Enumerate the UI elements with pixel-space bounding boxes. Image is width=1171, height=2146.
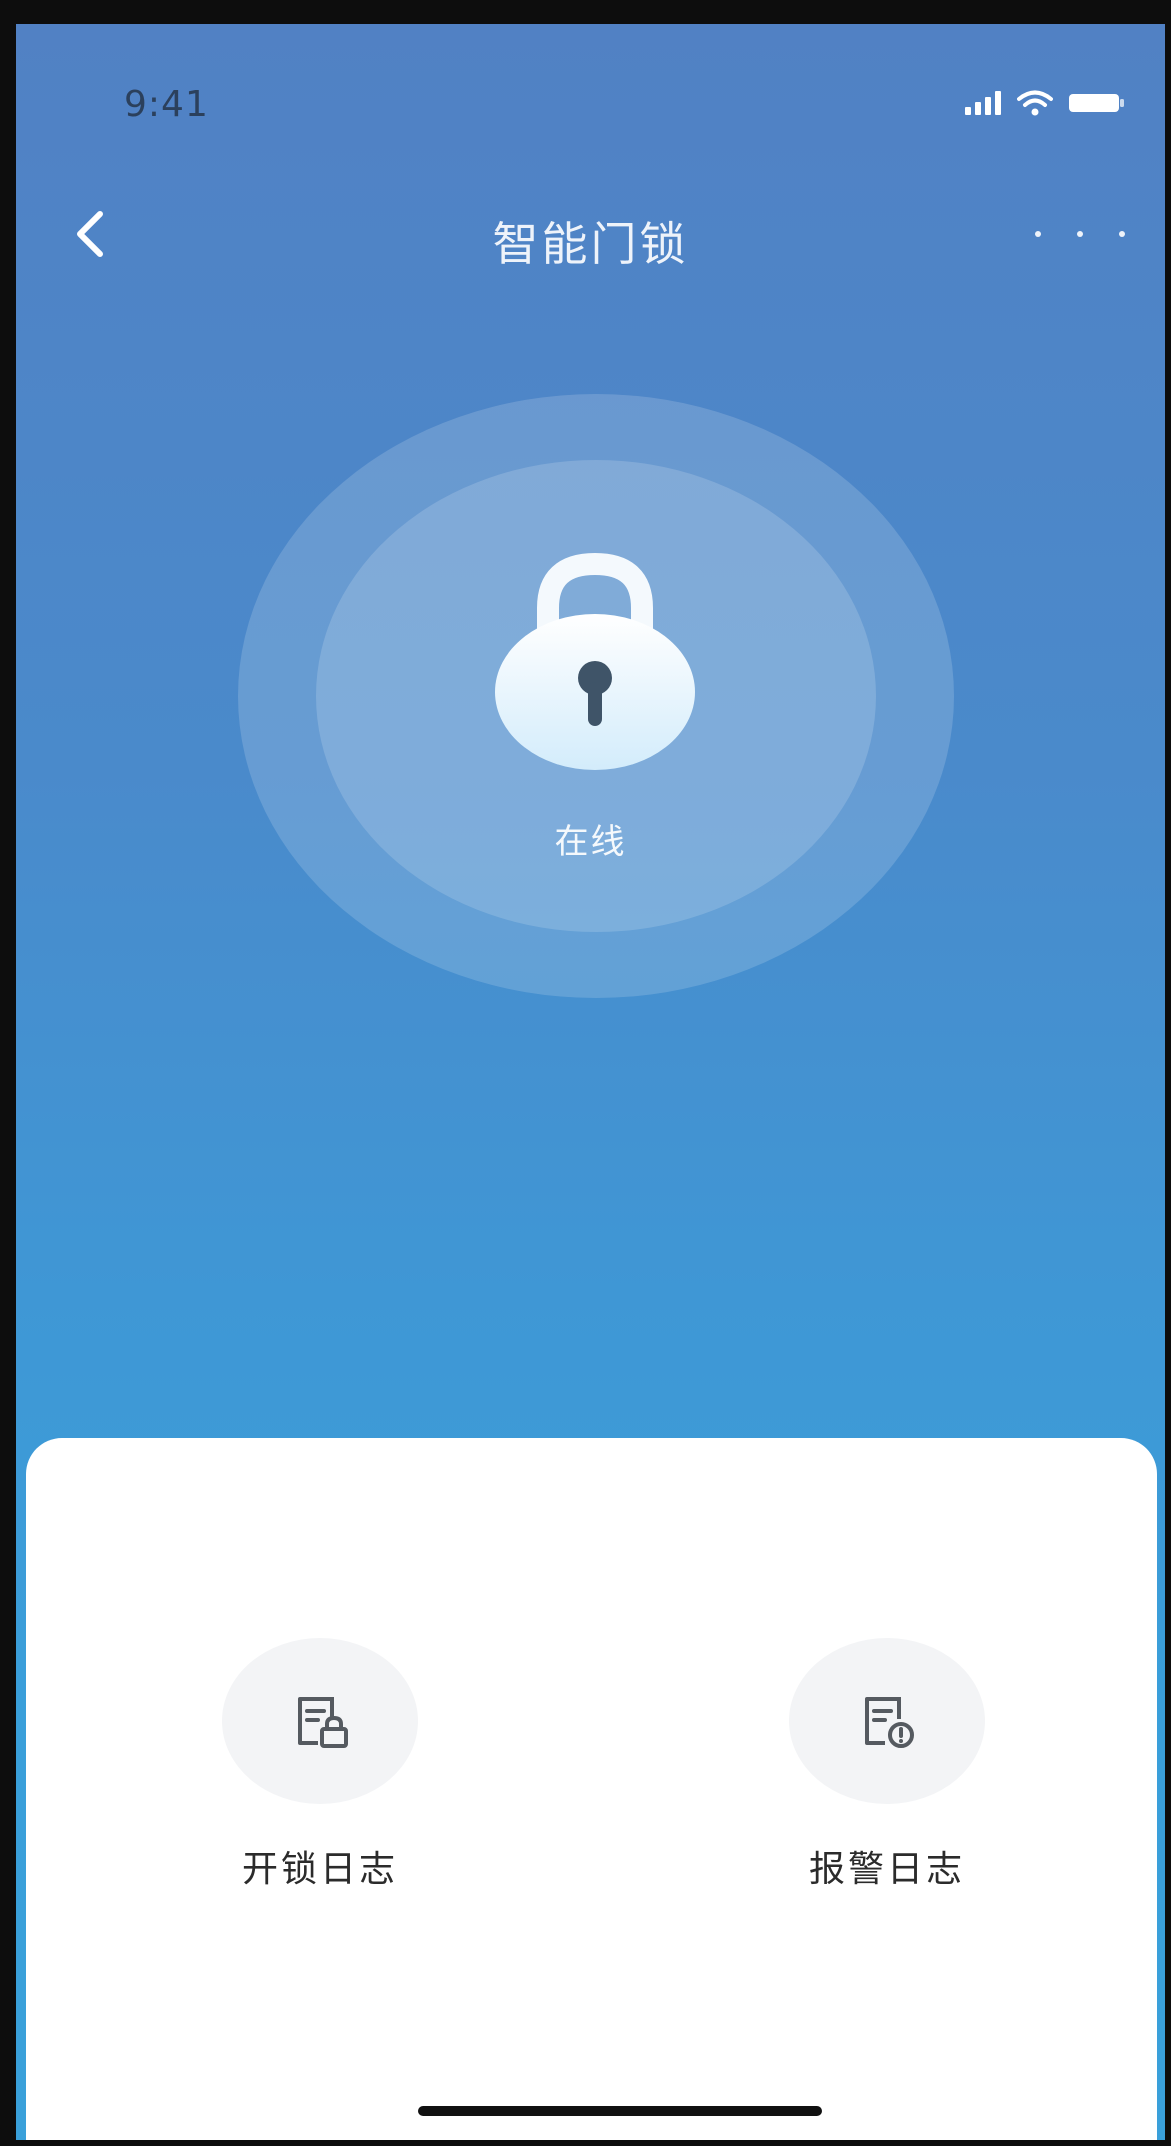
wifi-icon — [1017, 90, 1053, 116]
unlock-log-label: 开锁日志 — [241, 1849, 398, 1890]
unlock-log-button[interactable]: 开锁日志 — [190, 1638, 450, 1892]
status-bar: 9:41 — [16, 84, 1165, 134]
page-title: 智能门锁 — [492, 217, 689, 271]
home-indicator — [418, 2106, 822, 2116]
more-options-icon[interactable] — [1035, 214, 1125, 254]
alarm-log-icon — [865, 1697, 914, 1748]
alarm-log-icon-circle — [789, 1638, 985, 1804]
alarm-log-button[interactable]: 报警日志 — [757, 1638, 1017, 1892]
status-time: 9:41 — [124, 84, 209, 125]
lock-status-label: 在线 — [554, 822, 627, 862]
nav-bar: 智能门锁 — [16, 184, 1165, 284]
unlock-log-icon — [298, 1697, 348, 1748]
alarm-log-label: 报警日志 — [808, 1849, 965, 1890]
bottom-sheet: 开锁日志 报警日志 — [26, 1438, 1157, 2140]
device-frame: 9:41 智能门锁 在线 开锁日志 报警日志 — [0, 0, 1171, 2146]
unlock-log-icon-circle — [222, 1638, 418, 1804]
smart-lock-screen: 9:41 智能门锁 在线 开锁日志 报警日志 — [16, 24, 1165, 2140]
status-icons — [965, 90, 1125, 116]
padlock-icon — [495, 552, 695, 770]
battery-icon — [1069, 94, 1124, 112]
signal-icon — [965, 91, 1001, 115]
